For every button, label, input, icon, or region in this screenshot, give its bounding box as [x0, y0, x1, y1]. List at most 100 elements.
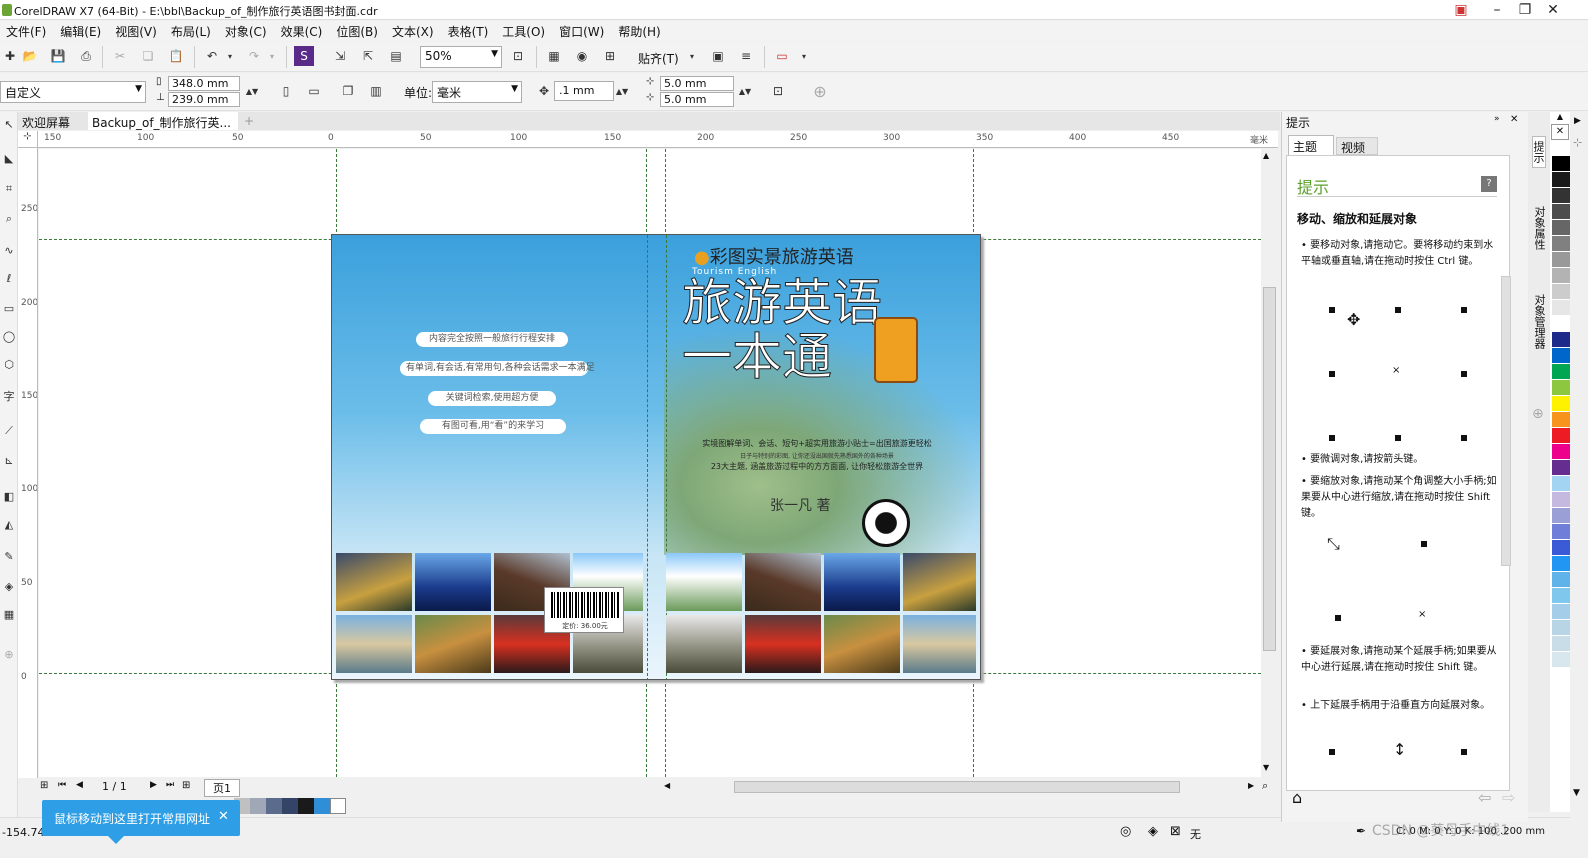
show-rulers-icon[interactable]: ▦	[544, 46, 564, 66]
fill-icon[interactable]: ◈	[1148, 824, 1158, 839]
color-swatch[interactable]	[1552, 364, 1570, 380]
docker-collapse-icon[interactable]: »	[1494, 114, 1500, 124]
color-swatch[interactable]	[1552, 636, 1570, 652]
tab-topics[interactable]: 主题	[1288, 135, 1334, 155]
duplicate-x-input[interactable]: 5.0 mm	[660, 76, 734, 91]
size-spinner-icon[interactable]: ▲▼	[242, 76, 262, 107]
show-grid-icon[interactable]: ◉	[572, 46, 592, 66]
add-page-after-icon[interactable]: ⊞	[182, 780, 190, 791]
doc-color-swatch[interactable]	[282, 798, 298, 814]
close-icon[interactable]: ✕	[218, 809, 229, 824]
palette-options-icon[interactable]: ⊹	[1573, 136, 1582, 149]
menu-table[interactable]: 表格(T)	[442, 21, 497, 40]
color-swatch[interactable]	[1552, 572, 1570, 588]
tab-videos[interactable]: 视频	[1336, 137, 1378, 155]
interactive-fill-icon[interactable]: ◈	[1, 580, 17, 598]
close-button[interactable]: ✕	[1542, 1, 1564, 19]
landscape-icon[interactable]: ▭	[304, 81, 324, 101]
color-swatch[interactable]	[1552, 620, 1570, 636]
polygon-tool-icon[interactable]: ⬡	[1, 358, 17, 376]
menu-view[interactable]: 视图(V)	[109, 21, 165, 40]
menu-window[interactable]: 窗口(W)	[553, 21, 612, 40]
menu-file[interactable]: 文件(F)	[0, 21, 54, 40]
eyedropper-icon[interactable]: ✎	[1, 550, 17, 568]
menu-object[interactable]: 对象(C)	[219, 21, 275, 40]
side-tab-object-manager[interactable]: 对象管理器	[1532, 290, 1546, 353]
side-tab-hints[interactable]: 提示	[1532, 136, 1546, 168]
vertical-scroll-thumb[interactable]	[1263, 287, 1276, 651]
align-icon[interactable]: ≡	[736, 46, 756, 66]
hints-scroll-thumb[interactable]	[1501, 276, 1511, 566]
no-color-swatch[interactable]: ✕	[1551, 124, 1569, 140]
last-page-icon[interactable]: ⏭	[166, 780, 174, 790]
color-swatch[interactable]	[1552, 540, 1570, 556]
color-swatch[interactable]	[1552, 140, 1570, 156]
artistic-media-icon[interactable]: ℓ	[1, 272, 17, 290]
color-swatch[interactable]	[1552, 156, 1570, 172]
doc-color-swatch[interactable]	[314, 798, 330, 814]
horizontal-scrollbar[interactable]: ◀ ▶	[660, 779, 1260, 795]
launch-icon[interactable]: ▭	[772, 46, 792, 66]
color-swatch[interactable]	[1552, 220, 1570, 236]
menu-text[interactable]: 文本(X)	[386, 21, 442, 40]
color-proof-icon[interactable]: ◎	[1120, 824, 1131, 839]
crop-tool-icon[interactable]: ⌗	[1, 182, 17, 200]
menu-effects[interactable]: 效果(C)	[275, 21, 331, 40]
zoom-navigator-icon[interactable]: ⌕	[1262, 779, 1268, 793]
vertical-ruler[interactable]: 250 200 150 100 50 0	[18, 148, 38, 778]
horizontal-scroll-thumb[interactable]	[734, 781, 1180, 793]
doc-color-swatch[interactable]	[266, 798, 282, 814]
first-page-icon[interactable]: ⏮	[58, 780, 66, 790]
ruler-origin-icon[interactable]: ⊹	[18, 131, 38, 148]
shape-tool-icon[interactable]: ◣	[1, 152, 17, 170]
show-guidelines-icon[interactable]: ⊞	[600, 46, 620, 66]
duplicate-y-input[interactable]: 5.0 mm	[660, 92, 734, 107]
smart-fill-icon[interactable]: ▦	[1, 608, 17, 626]
color-swatch[interactable]	[1552, 556, 1570, 572]
units-combo[interactable]: 毫米 ▼	[432, 81, 522, 103]
color-swatch[interactable]	[1552, 396, 1570, 412]
page-height-input[interactable]: 239.0 mm	[168, 92, 240, 107]
color-swatch[interactable]	[1552, 172, 1570, 188]
color-swatch[interactable]	[1552, 412, 1570, 428]
zoom-combo[interactable]: 50% ▼	[420, 46, 502, 68]
color-swatch[interactable]	[1552, 476, 1570, 492]
add-docker-icon[interactable]: ⊕	[1532, 406, 1544, 422]
side-tab-object-properties[interactable]: 对象属性	[1532, 202, 1546, 254]
nudge-input[interactable]: .1 mm	[554, 81, 614, 101]
color-swatch[interactable]	[1552, 588, 1570, 604]
save-icon[interactable]: 💾	[48, 46, 68, 66]
connector-tool-icon[interactable]: ⊾	[1, 454, 17, 472]
color-swatch[interactable]	[1552, 444, 1570, 460]
docker-close-icon[interactable]: ✕	[1510, 114, 1518, 125]
restore-button[interactable]: ❐	[1514, 1, 1536, 19]
outline-pen-icon[interactable]: ✒	[1356, 824, 1366, 838]
options-icon[interactable]: ▣	[708, 46, 728, 66]
home-icon[interactable]: ⌂	[1292, 788, 1302, 807]
user-icon[interactable]: ▣	[1450, 1, 1472, 19]
palette-scroll-up-icon[interactable]: ▲	[1551, 112, 1569, 124]
color-swatch[interactable]	[1552, 236, 1570, 252]
color-swatch[interactable]	[1552, 428, 1570, 444]
color-swatch[interactable]	[1552, 252, 1570, 268]
print-icon[interactable]: ⎙	[76, 46, 96, 66]
nudge-spinner-icon[interactable]: ▲▼	[612, 81, 632, 101]
all-pages-icon[interactable]: ❐	[338, 81, 358, 101]
page-preset-combo[interactable]: 自定义 ▼	[0, 81, 146, 103]
menu-tools[interactable]: 工具(O)	[496, 21, 553, 40]
color-swatch[interactable]	[1552, 204, 1570, 220]
add-page-before-icon[interactable]: ⊞	[40, 780, 48, 791]
favorite-links-tooltip[interactable]: 鼠标移动到这里打开常用网址 ✕	[42, 800, 240, 844]
no-fill-icon[interactable]: ⊠	[1170, 824, 1181, 839]
tab-document[interactable]: Backup_of_制作旅行英...	[88, 112, 238, 130]
import-icon[interactable]: ⇲	[330, 46, 350, 66]
next-page-icon[interactable]: ▶	[150, 780, 157, 790]
new-tab-icon[interactable]: +	[240, 112, 258, 130]
page-border-icon[interactable]: ⊡	[768, 81, 788, 101]
export-icon[interactable]: ⇱	[358, 46, 378, 66]
redo-dropdown-icon[interactable]: ▾	[262, 46, 282, 66]
color-swatch[interactable]	[1552, 316, 1570, 332]
transparency-icon[interactable]: ◭	[1, 518, 17, 536]
scroll-up-icon[interactable]: ▲	[1263, 151, 1269, 160]
snap-to-menu[interactable]: 贴齐(T)	[638, 50, 679, 67]
